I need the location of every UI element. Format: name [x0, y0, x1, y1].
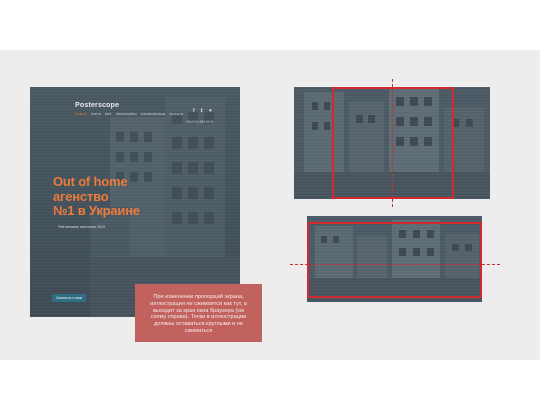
note-text: При изменении пропорций экрана, иллюстра… [150, 294, 247, 334]
headline-line: агенство [53, 188, 109, 204]
mockup-subline: Рейтинговое агентство 2019 [58, 225, 106, 229]
mockup-nav-item[interactable]: Блог [105, 113, 112, 116]
heart-icon[interactable]: ♥ [209, 108, 212, 114]
note-box: При изменении пропорций экрана, иллюстра… [135, 284, 262, 342]
mockup-headline: Out of home агенство №1 в Украине [53, 174, 233, 219]
facebook-icon[interactable]: f [193, 108, 195, 114]
mockup-nav-item[interactable]: Контакты [169, 113, 183, 116]
mockup-nav-item[interactable]: Инновационные [141, 113, 166, 116]
website-mockup: Posterscope Главная Услуги Блог Работы/К… [30, 87, 240, 317]
mockup-nav-item[interactable]: Работы/Кейсы [116, 113, 137, 116]
mockup-nav-item[interactable]: Услуги [91, 113, 101, 116]
mockup-phone: +38 (044) 593 54 01 [185, 120, 214, 124]
twitter-icon[interactable]: 𝕥 [201, 108, 203, 114]
mockup-nav-item[interactable]: Главная [75, 113, 87, 116]
headline-line: №1 в Украине [53, 203, 140, 218]
mockup-nav: Главная Услуги Блог Работы/Кейсы Инновац… [75, 113, 183, 116]
mockup-logo: Posterscope [75, 102, 120, 109]
mockup-social: f 𝕥 ♥ [193, 108, 212, 114]
headline-line: Out of home [53, 174, 128, 189]
crop-frame [307, 222, 482, 298]
mockup-cta-button[interactable]: Связаться с нами [52, 294, 87, 302]
crop-frame [332, 87, 454, 199]
